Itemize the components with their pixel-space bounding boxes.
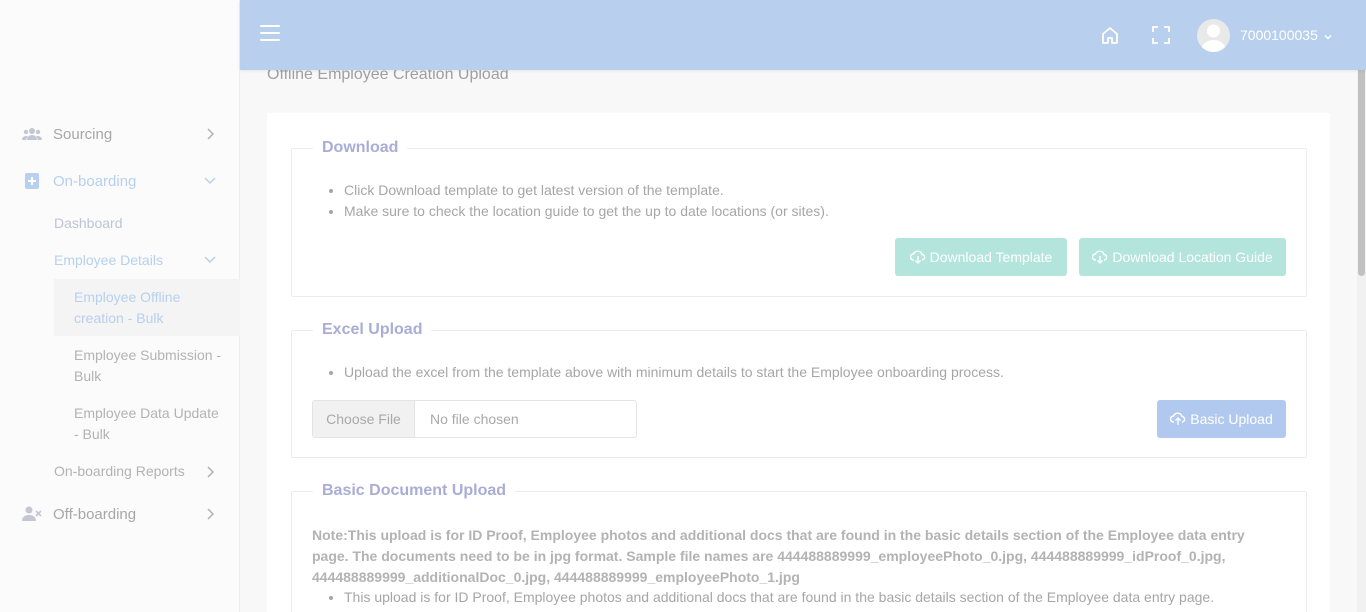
download-template-button[interactable]: Download Template	[895, 238, 1067, 276]
basic-document-upload-legend: Basic Document Upload	[313, 482, 516, 500]
list-item: Upload the excel from the template above…	[344, 362, 1004, 383]
download-instructions: Click Download template to get latest ve…	[344, 180, 829, 222]
users-icon	[22, 126, 42, 142]
list-item: Make sure to check the location guide to…	[344, 201, 829, 222]
page-scrollbar[interactable]	[1357, 0, 1366, 612]
chevron-right-icon	[204, 128, 216, 140]
sidebar-subitem-onboarding-reports[interactable]: On-boarding Reports	[0, 462, 240, 482]
top-header: 7000100035	[240, 0, 1366, 70]
avatar[interactable]	[1197, 19, 1230, 52]
cloud-download-icon	[909, 250, 925, 264]
download-template-label: Download Template	[929, 249, 1053, 265]
basic-upload-button[interactable]: Basic Upload	[1157, 400, 1286, 438]
upload-note: Note:This upload is for ID Proof, Employ…	[312, 527, 1245, 585]
basic-upload-label: Basic Upload	[1190, 411, 1273, 427]
menu-toggle-icon[interactable]	[260, 25, 282, 45]
chevron-right-icon	[204, 466, 216, 478]
list-item: This upload is for ID Proof, Employee ph…	[344, 587, 1214, 608]
user-remove-icon	[22, 506, 42, 522]
sidebar-item-label: Off-boarding	[53, 505, 137, 523]
home-icon[interactable]	[1099, 24, 1121, 46]
file-plus-icon	[22, 173, 42, 189]
sidebar-item-sourcing[interactable]: Sourcing	[0, 124, 240, 144]
sidebar-item-onboarding[interactable]: On-boarding	[0, 171, 240, 191]
file-status: No file chosen	[430, 411, 519, 427]
document-upload-instructions: This upload is for ID Proof, Employee ph…	[344, 587, 1214, 608]
chevron-right-icon	[204, 508, 216, 520]
sidebar-item-label: Sourcing	[53, 125, 113, 143]
sidebar-subitem-employee-offline-creation[interactable]: Employee Offline creation - Bulk	[74, 287, 224, 329]
fullscreen-icon[interactable]	[1150, 24, 1172, 46]
download-location-guide-button[interactable]: Download Location Guide	[1079, 238, 1286, 276]
user-name[interactable]: 7000100035	[1240, 27, 1318, 43]
sidebar-item-label: Employee Details	[54, 252, 163, 268]
excel-upload-section	[291, 330, 1307, 458]
cloud-download-icon	[1092, 250, 1108, 264]
file-input[interactable]: Choose File No file chosen	[312, 400, 637, 438]
chevron-down-icon[interactable]	[1323, 29, 1333, 41]
download-location-guide-label: Download Location Guide	[1112, 249, 1273, 265]
download-legend: Download	[313, 139, 408, 157]
choose-file-button[interactable]: Choose File	[313, 401, 415, 437]
sidebar-subitem-employee-data-update[interactable]: Employee Data Update - Bulk	[74, 403, 224, 445]
sidebar-item-offboarding[interactable]: Off-boarding	[0, 504, 240, 524]
list-item: Click Download template to get latest ve…	[344, 180, 829, 201]
sidebar-item-label: On-boarding Reports	[54, 463, 185, 479]
chevron-down-icon	[204, 175, 216, 187]
chevron-down-icon	[204, 254, 216, 266]
sidebar-subitem-employee-details[interactable]: Employee Details	[0, 250, 240, 270]
sidebar-subitem-dashboard[interactable]: Dashboard	[54, 215, 123, 231]
excel-upload-legend: Excel Upload	[313, 321, 432, 339]
sidebar: Sourcing On-boarding Dashboard Employee …	[0, 0, 240, 612]
excel-upload-instructions: Upload the excel from the template above…	[344, 362, 1004, 383]
sidebar-subitem-employee-submission[interactable]: Employee Submission - Bulk	[74, 345, 224, 387]
cloud-upload-icon	[1170, 412, 1186, 425]
sidebar-item-label: On-boarding	[53, 172, 137, 190]
